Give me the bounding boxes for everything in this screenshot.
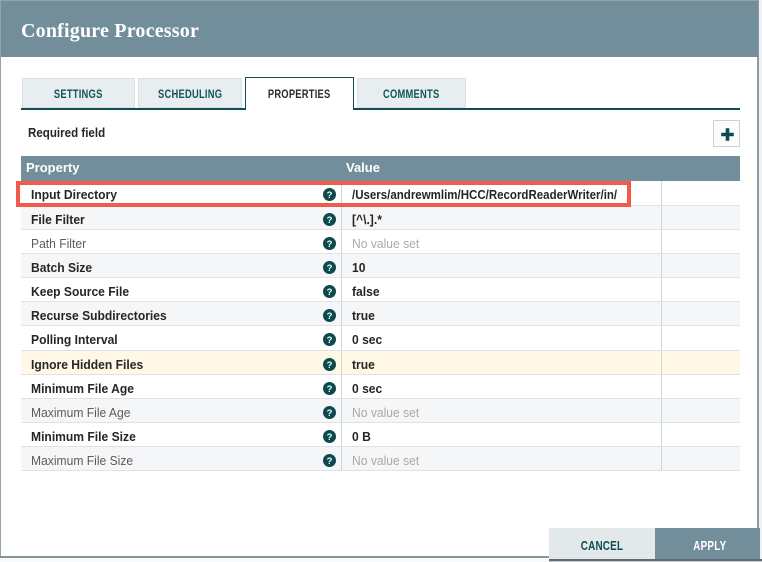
svg-text:?: ? — [327, 360, 333, 371]
svg-text:?: ? — [327, 311, 333, 322]
svg-text:?: ? — [327, 456, 333, 467]
svg-text:?: ? — [327, 335, 333, 346]
svg-text:?: ? — [327, 263, 333, 274]
svg-text:?: ? — [327, 215, 333, 226]
svg-text:?: ? — [327, 239, 333, 250]
svg-text:?: ? — [327, 432, 333, 443]
svg-text:?: ? — [327, 408, 333, 419]
svg-text:?: ? — [327, 287, 333, 298]
svg-text:?: ? — [327, 384, 333, 395]
